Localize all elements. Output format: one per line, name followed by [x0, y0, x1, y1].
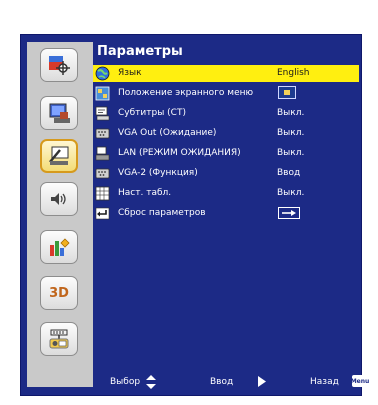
globe-icon: [95, 66, 110, 81]
category-options[interactable]: [40, 230, 78, 264]
picture-icon: [49, 56, 70, 75]
category-picture[interactable]: [40, 48, 78, 82]
lan-icon: [49, 329, 69, 349]
setting-language[interactable]: Язык English: [93, 65, 359, 82]
osd-menu: 3D Параметры Язык English Положение экра…: [20, 34, 369, 396]
screen-icon: [49, 103, 70, 123]
lan-standby-icon: [95, 146, 110, 161]
arrow-right-icon: [282, 210, 296, 216]
setting-closed-caption[interactable]: Субтитры (СТ) Выкл.: [93, 105, 359, 122]
position-center-icon: [284, 90, 290, 95]
setting-value: Выкл.: [277, 108, 305, 118]
options-icon: [50, 238, 70, 256]
setting-test-pattern[interactable]: Наст. табл. Выкл.: [93, 185, 359, 202]
vga-out-icon: [95, 128, 110, 139]
category-settings[interactable]: [40, 139, 78, 173]
setting-value: Выкл.: [277, 148, 305, 158]
reset-enter-button[interactable]: [278, 207, 300, 219]
setting-vga-out-standby[interactable]: VGA Out (Ожидание) Выкл.: [93, 125, 359, 142]
right-arrow-icon: [258, 376, 266, 387]
category-volume[interactable]: [40, 182, 78, 216]
setting-label: VGA Out (Ожидание): [118, 128, 217, 138]
enter-hint: Ввод: [210, 377, 234, 387]
setting-label: Наст. табл.: [118, 188, 172, 198]
category-3d[interactable]: 3D: [40, 276, 78, 310]
setting-label: Положение экранного меню: [118, 88, 254, 98]
setting-value: Выкл.: [277, 188, 305, 198]
up-down-arrow-icon: [146, 375, 156, 389]
setting-label: Сброс параметров: [118, 208, 206, 218]
back-hint: Назад: [310, 377, 339, 387]
setting-label: Язык: [118, 68, 142, 78]
closed-caption-icon: [95, 106, 110, 121]
settings-icon: [49, 146, 69, 165]
navigation-hints: Выбор Ввод Назад Menu: [93, 374, 369, 390]
setting-value: Ввод: [277, 168, 301, 178]
setting-menu-position[interactable]: Положение экранного меню: [93, 85, 359, 102]
test-pattern-icon: [95, 186, 110, 201]
vga2-icon: [95, 168, 110, 179]
page-title: Параметры: [97, 44, 183, 59]
setting-label: LAN (РЕЖИМ ОЖИДАНИЯ): [118, 148, 241, 158]
category-lan[interactable]: [40, 322, 78, 356]
setting-value: Выкл.: [277, 128, 305, 138]
menu-key-icon: Menu: [351, 375, 369, 387]
setting-label: Субтитры (СТ): [118, 108, 186, 118]
3d-icon: 3D: [49, 285, 69, 301]
setting-lan-standby[interactable]: LAN (РЕЖИМ ОЖИДАНИЯ) Выкл.: [93, 145, 359, 162]
select-hint: Выбор: [110, 377, 141, 387]
category-sidebar: 3D: [27, 42, 93, 387]
setting-value: English: [277, 68, 310, 78]
reset-icon: [95, 207, 110, 220]
setting-vga2-function[interactable]: VGA-2 (Функция) Ввод: [93, 165, 359, 182]
setting-reset[interactable]: Сброс параметров: [93, 205, 359, 222]
volume-icon: [51, 193, 66, 205]
menu-position-indicator: [278, 86, 296, 99]
category-screen[interactable]: [40, 96, 78, 130]
menu-position-icon: [95, 86, 110, 101]
setting-label: VGA-2 (Функция): [118, 168, 198, 178]
